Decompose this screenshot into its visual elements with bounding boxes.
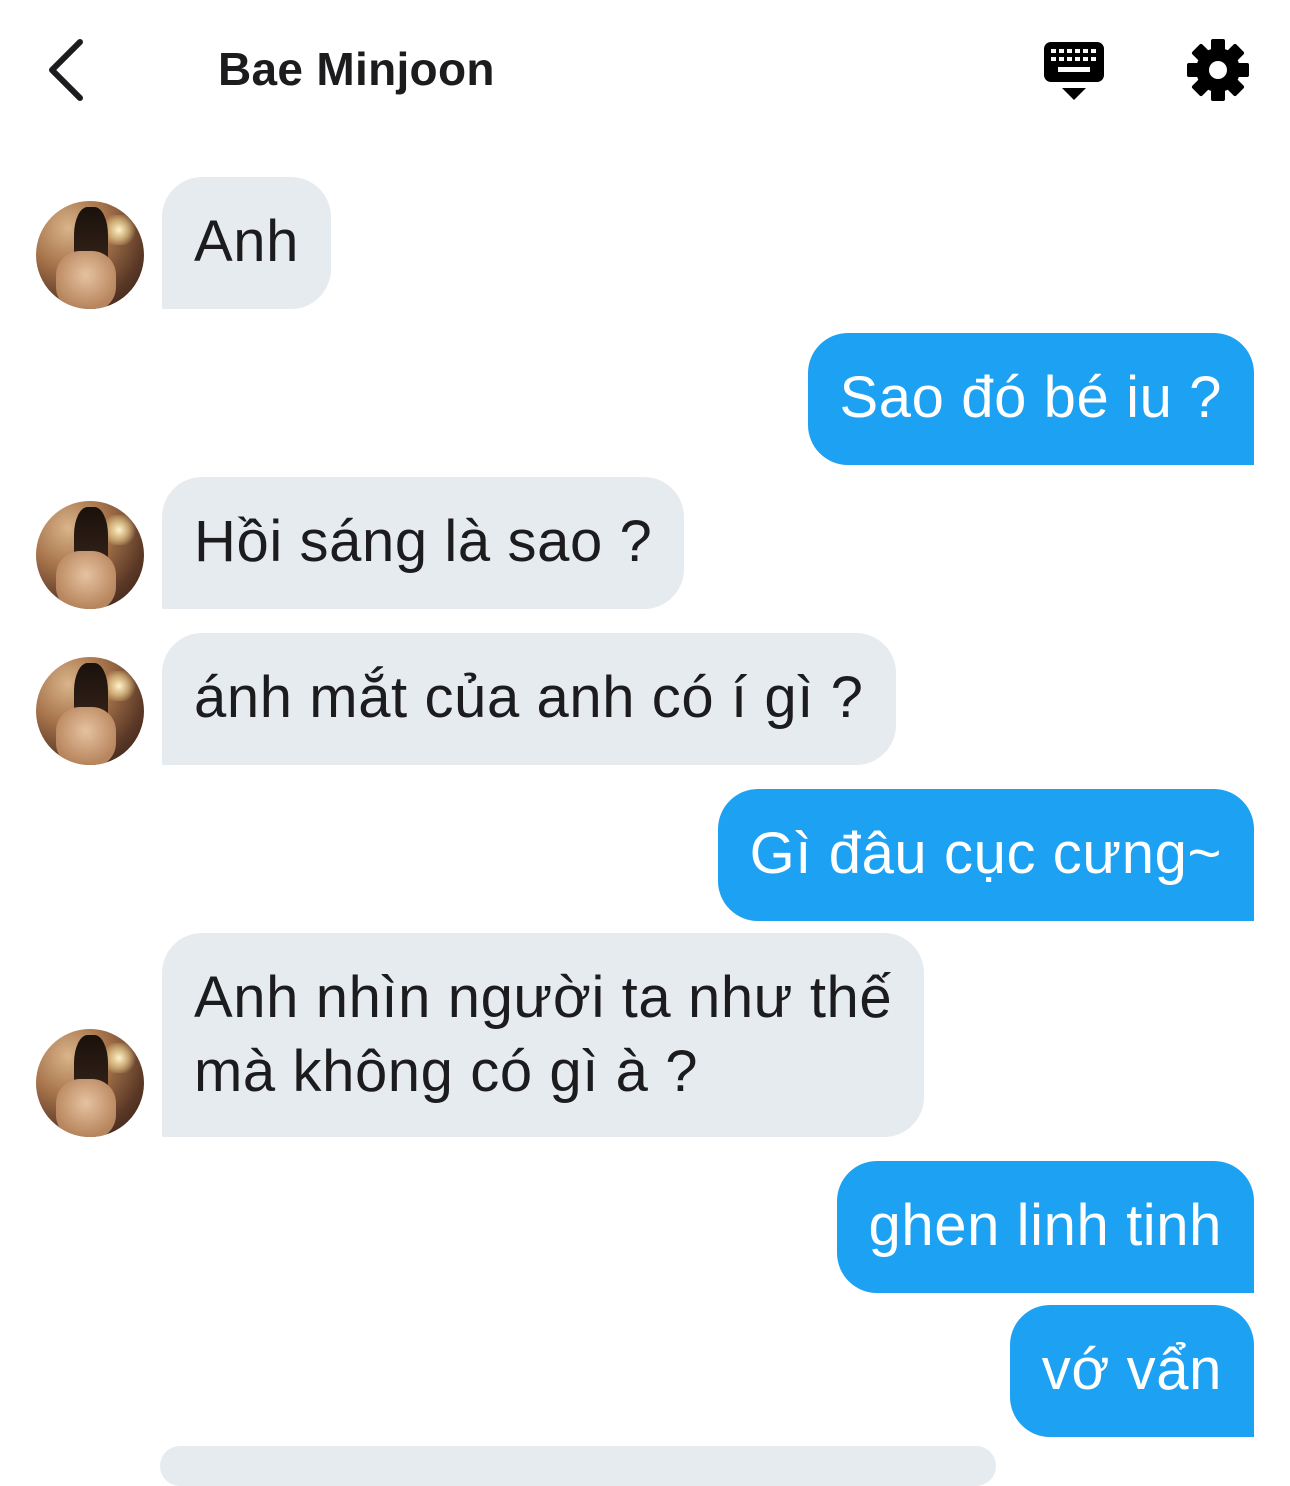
keyboard-icon bbox=[1044, 42, 1104, 100]
contact-avatar[interactable] bbox=[36, 201, 144, 309]
chat-header: Bae Minjoon bbox=[0, 0, 1290, 140]
keyboard-button[interactable] bbox=[1040, 40, 1108, 104]
message-line: Anh nhìn người ta như thế bbox=[194, 965, 893, 1030]
outgoing-message: Gì đâu cục cưng~ bbox=[717, 789, 1254, 921]
outgoing-message: ghen linh tinh bbox=[836, 1161, 1254, 1293]
incoming-message-partial bbox=[160, 1446, 996, 1486]
chevron-left-icon bbox=[49, 39, 83, 101]
contact-avatar[interactable] bbox=[36, 1029, 144, 1137]
incoming-message: ánh mắt của anh có í gì ? bbox=[162, 633, 896, 765]
back-button[interactable] bbox=[40, 36, 96, 104]
outgoing-message: vớ vẩn bbox=[1009, 1305, 1254, 1437]
incoming-message: Anh nhìn người ta như thế mà không có gì… bbox=[162, 933, 925, 1137]
message-line: mà không có gì à ? bbox=[194, 1039, 699, 1104]
incoming-message: Hồi sáng là sao ? bbox=[162, 477, 685, 609]
settings-button[interactable] bbox=[1186, 38, 1250, 102]
outgoing-message: Sao đó bé iu ? bbox=[807, 333, 1254, 465]
contact-name: Bae Minjoon bbox=[218, 43, 495, 95]
gear-icon bbox=[1187, 39, 1249, 101]
incoming-message: Anh bbox=[162, 177, 331, 309]
contact-avatar[interactable] bbox=[36, 501, 144, 609]
contact-avatar[interactable] bbox=[36, 657, 144, 765]
